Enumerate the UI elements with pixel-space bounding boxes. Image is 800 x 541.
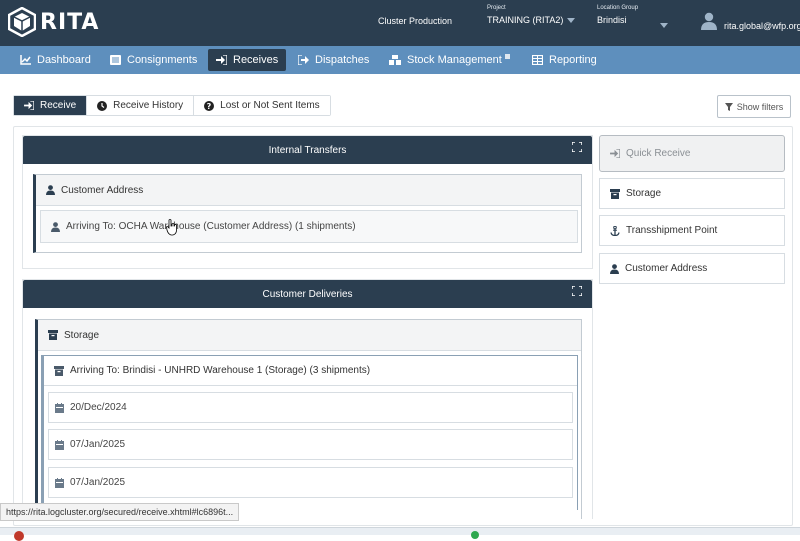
project-value: TRAINING (RITA2) xyxy=(487,15,564,25)
nav-receives-label: Receives xyxy=(233,54,279,66)
location-chevron-down-icon[interactable] xyxy=(660,17,668,35)
cube-logo-icon xyxy=(8,7,36,37)
hand-cursor-icon xyxy=(166,219,177,236)
date-row[interactable]: 07/Jan/2025 xyxy=(48,429,573,460)
tab-receive-label: Receive xyxy=(40,100,77,111)
table-icon xyxy=(532,55,543,65)
customer-deliveries-header: Customer Deliveries xyxy=(23,280,592,308)
location-caption: Location Group xyxy=(597,5,639,11)
chart-icon xyxy=(20,55,31,65)
customer-address-group-label: Customer Address xyxy=(61,184,144,196)
user-icon xyxy=(46,185,55,195)
tab-receive[interactable]: Receive xyxy=(14,96,88,115)
cubes-icon xyxy=(389,55,401,65)
sign-in-icon xyxy=(24,101,34,110)
expand-icon[interactable] xyxy=(572,286,582,296)
nav-dispatches[interactable]: Dispatches xyxy=(290,49,377,71)
side-item-customer-address[interactable]: Customer Address xyxy=(599,253,785,284)
user-email[interactable]: rita.global@wfp.org xyxy=(724,21,800,31)
top-header: RITA Cluster Production Project TRAINING… xyxy=(0,0,800,46)
user-avatar-icon[interactable] xyxy=(701,12,717,35)
quick-receive-button[interactable]: Quick Receive xyxy=(599,135,785,172)
date-label: 20/Dec/2024 xyxy=(70,402,127,413)
project-select[interactable]: TRAINING (RITA2) xyxy=(487,15,576,25)
receive-tabs: Receive Receive History ? Lost or Not Se… xyxy=(13,95,331,116)
nav-consignments-label: Consignments xyxy=(127,54,198,66)
quick-receive-label: Quick Receive xyxy=(626,148,691,159)
location-select[interactable]: Brindisi xyxy=(597,15,627,25)
svg-text:?: ? xyxy=(207,102,212,111)
date-row[interactable]: 07/Jan/2025 xyxy=(48,467,573,498)
project-caption: Project xyxy=(487,5,506,11)
arriving-ocha-warehouse-row[interactable]: Arriving To: OCHA Warehouse (Customer Ad… xyxy=(40,210,578,243)
nav-stock-management-label: Stock Management xyxy=(407,54,502,66)
nav-dashboard[interactable]: Dashboard xyxy=(12,49,99,71)
calendar-icon xyxy=(55,402,64,413)
nav-reporting[interactable]: Reporting xyxy=(524,49,605,71)
internal-transfers-header: Internal Transfers xyxy=(23,136,592,164)
sign-in-icon xyxy=(216,55,227,65)
customer-deliveries-title: Customer Deliveries xyxy=(262,288,353,300)
internal-transfers-title: Internal Transfers xyxy=(268,144,347,156)
anchor-icon xyxy=(610,225,620,236)
arriving-ocha-warehouse-label: Arriving To: OCHA Warehouse (Customer Ad… xyxy=(66,221,356,232)
storage-group-header[interactable]: Storage xyxy=(38,320,581,351)
location-value: Brindisi xyxy=(597,15,627,25)
tab-lost-or-not-sent[interactable]: ? Lost or Not Sent Items xyxy=(194,96,330,115)
chevron-down-icon xyxy=(567,18,576,24)
filter-icon xyxy=(724,102,733,111)
nav-receives[interactable]: Receives xyxy=(208,49,287,71)
side-item-customer-address-label: Customer Address xyxy=(625,263,708,274)
side-item-transshipment-point[interactable]: Transshipment Point xyxy=(599,215,785,246)
tab-receive-history-label: Receive History xyxy=(113,100,184,111)
nav-consignments[interactable]: Consignments xyxy=(102,49,205,71)
date-row[interactable]: 20/Dec/2024 xyxy=(48,392,573,423)
archive-icon xyxy=(54,365,64,376)
taskbar-app-icon[interactable] xyxy=(471,531,479,539)
side-item-storage-label: Storage xyxy=(626,188,662,199)
archive-icon xyxy=(610,188,620,199)
side-item-storage[interactable]: Storage xyxy=(599,178,785,209)
brindisi-warehouse-header[interactable]: Arriving To: Brindisi - UNHRD Warehouse … xyxy=(44,356,577,386)
rita-logo[interactable]: RITA xyxy=(8,7,99,37)
nav-dashboard-label: Dashboard xyxy=(37,54,91,66)
brindisi-warehouse-subgroup: Arriving To: Brindisi - UNHRD Warehouse … xyxy=(41,355,578,510)
logo-text: RITA xyxy=(40,9,100,35)
expand-icon[interactable] xyxy=(572,142,582,152)
user-icon xyxy=(610,263,619,274)
question-icon: ? xyxy=(204,100,215,111)
show-filters-label: Show filters xyxy=(736,101,784,112)
brindisi-warehouse-label: Arriving To: Brindisi - UNHRD Warehouse … xyxy=(70,365,371,376)
calendar-icon xyxy=(55,439,64,450)
customer-address-group-header[interactable]: Customer Address xyxy=(36,175,581,206)
calendar-icon xyxy=(55,477,64,488)
date-label: 07/Jan/2025 xyxy=(70,477,126,488)
storage-group-label: Storage xyxy=(64,329,100,341)
taskbar xyxy=(0,527,800,541)
list-icon xyxy=(110,55,121,65)
date-label: 07/Jan/2025 xyxy=(70,439,126,450)
cluster-label: Cluster Production xyxy=(378,16,453,26)
badge-icon xyxy=(504,53,510,59)
nav-dispatches-label: Dispatches xyxy=(315,54,370,66)
status-bar-url: https://rita.logcluster.org/secured/rece… xyxy=(0,503,240,521)
taskbar-app-icon[interactable] xyxy=(14,531,24,541)
sign-out-icon xyxy=(298,55,309,65)
main-nav: Dashboard Consignments Receives Dispatch… xyxy=(0,46,800,74)
sign-in-icon xyxy=(610,149,620,158)
archive-icon xyxy=(48,330,58,340)
user-icon xyxy=(51,221,60,232)
tab-lost-or-not-sent-label: Lost or Not Sent Items xyxy=(220,100,320,111)
side-item-transshipment-label: Transshipment Point xyxy=(626,225,718,236)
clock-icon xyxy=(97,100,108,111)
tab-receive-history[interactable]: Receive History xyxy=(87,96,195,115)
show-filters-button[interactable]: Show filters xyxy=(717,95,791,118)
nav-stock-management[interactable]: Stock Management xyxy=(381,49,518,71)
nav-reporting-label: Reporting xyxy=(549,54,597,66)
